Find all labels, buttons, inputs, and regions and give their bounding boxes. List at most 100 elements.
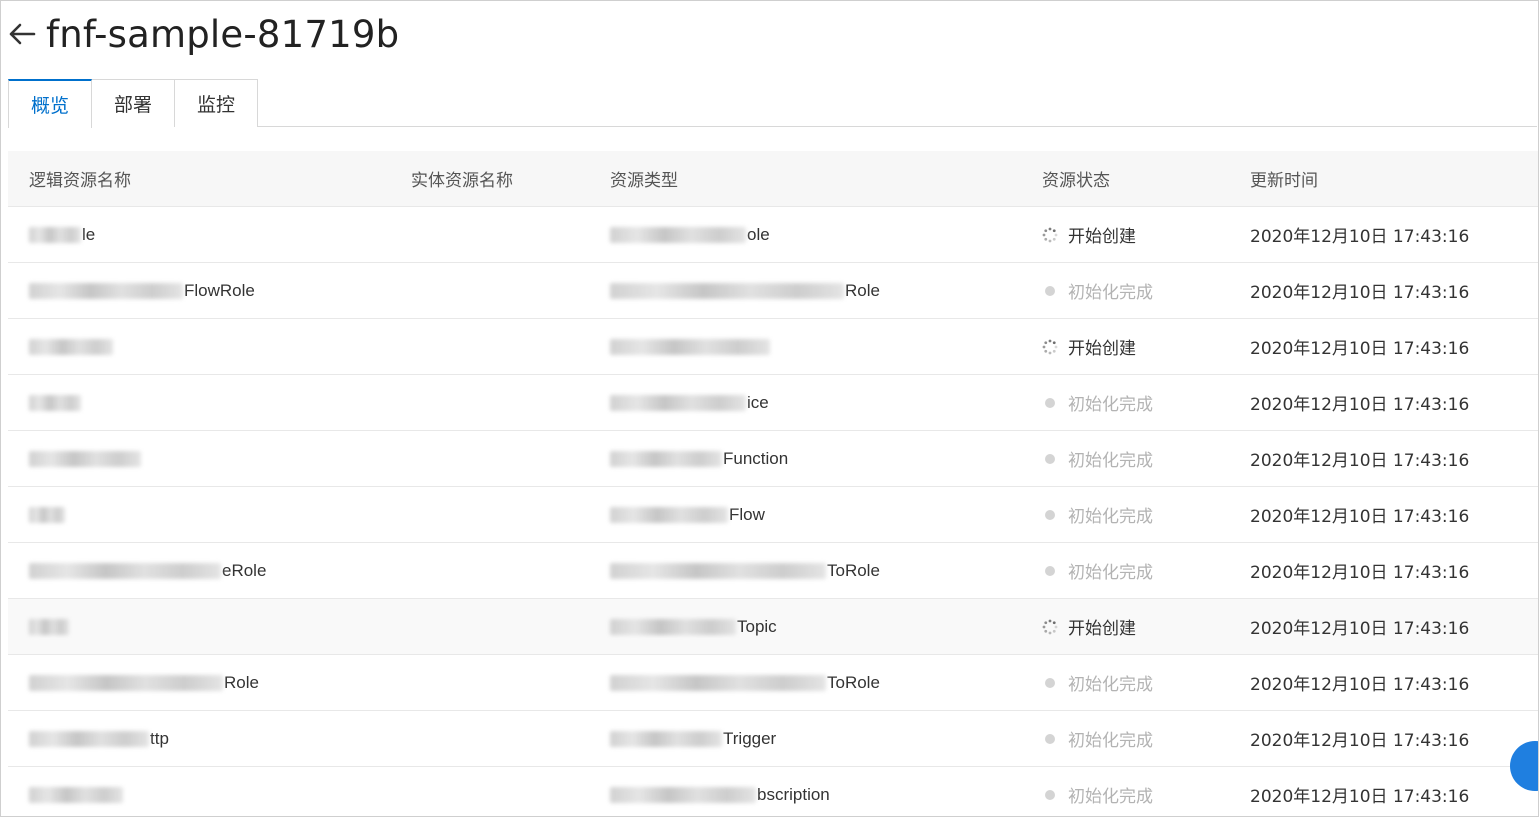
update-time: 2020年12月10日 17:43:16 <box>1250 283 1470 303</box>
resource-type-text: Flow <box>729 504 765 524</box>
update-time: 2020年12月10日 17:43:16 <box>1250 731 1470 751</box>
page-frame: fnf-sample-81719b 概览 部署 监控 逻辑资源名称 实体资源名称… <box>0 0 1539 817</box>
status-text: 初始化完成 <box>1068 451 1153 471</box>
update-time: 2020年12月10日 17:43:16 <box>1250 787 1470 807</box>
logical-name-cell[interactable]: le <box>29 225 95 245</box>
resource-type-text: bscription <box>757 784 830 804</box>
update-time: 2020年12月10日 17:43:16 <box>1250 395 1470 415</box>
resource-type-text: Role <box>845 280 880 300</box>
table-row[interactable]: Flow 初始化完成 2020年12月10日 17:43:16 <box>8 487 1538 543</box>
table-row[interactable]: ice 初始化完成 2020年12月10日 17:43:16 <box>8 375 1538 431</box>
table-row[interactable]: 开始创建 2020年12月10日 17:43:16 <box>8 319 1538 375</box>
resource-type-text: ToRole <box>827 672 880 692</box>
table-row[interactable]: Function 初始化完成 2020年12月10日 17:43:16 <box>8 431 1538 487</box>
logical-name-cell[interactable]: Role <box>29 673 259 693</box>
arrow-left-icon[interactable] <box>7 19 37 49</box>
status-badge: 初始化完成 <box>1042 278 1153 303</box>
table-header: 逻辑资源名称 实体资源名称 资源类型 资源状态 更新时间 <box>8 151 1538 207</box>
status-badge: 初始化完成 <box>1042 670 1153 695</box>
tab-bar: 概览 部署 监控 <box>8 79 1537 128</box>
logical-name-cell[interactable] <box>29 618 70 635</box>
update-time: 2020年12月10日 17:43:16 <box>1250 563 1470 583</box>
table-row[interactable]: FlowRole Role 初始化完成 2020年12月10日 17:43:16 <box>8 263 1538 319</box>
status-dot-icon <box>1042 731 1058 747</box>
status-badge: 开始创建 <box>1042 614 1136 639</box>
update-time: 2020年12月10日 17:43:16 <box>1250 507 1470 527</box>
tab-monitor[interactable]: 监控 <box>174 79 258 127</box>
table-row[interactable]: ttp Trigger 初始化完成 2020年12月10日 17:43:16 <box>8 711 1538 767</box>
resource-type-text: ice <box>747 392 769 412</box>
table-row[interactable]: Topic 开始创建 2020年12月10日 17:43:16 <box>8 599 1538 655</box>
page-title: fnf-sample-81719b <box>46 12 400 56</box>
logical-name-cell[interactable] <box>29 786 124 803</box>
resource-type-cell: Topic <box>610 617 777 637</box>
column-header-logical-name[interactable]: 逻辑资源名称 <box>29 166 131 191</box>
status-badge: 初始化完成 <box>1042 558 1153 583</box>
logical-name-text: le <box>82 224 96 244</box>
logical-name-text: Role <box>224 672 259 692</box>
update-time: 2020年12月10日 17:43:16 <box>1250 675 1470 695</box>
status-badge: 初始化完成 <box>1042 502 1153 527</box>
resource-type-text: Trigger <box>723 728 777 748</box>
resource-type-cell: ice <box>610 393 769 413</box>
column-header-resource-status[interactable]: 资源状态 <box>1042 166 1110 191</box>
logical-name-cell[interactable] <box>29 450 142 467</box>
resource-type-cell <box>610 338 771 355</box>
logical-name-cell[interactable] <box>29 394 82 411</box>
tab-overview[interactable]: 概览 <box>8 79 92 128</box>
status-text: 初始化完成 <box>1068 507 1153 527</box>
status-badge: 开始创建 <box>1042 334 1136 359</box>
redacted-text <box>610 786 756 803</box>
logical-name-cell[interactable] <box>29 338 114 355</box>
redacted-text <box>29 450 141 467</box>
status-text: 初始化完成 <box>1068 731 1153 751</box>
redacted-text <box>610 506 728 523</box>
redacted-text <box>610 226 746 243</box>
status-badge: 初始化完成 <box>1042 782 1153 807</box>
page-header: fnf-sample-81719b <box>7 9 399 59</box>
redacted-text <box>29 394 81 411</box>
column-header-update-time[interactable]: 更新时间 <box>1250 166 1318 191</box>
redacted-text <box>29 786 123 803</box>
logical-name-cell[interactable]: FlowRole <box>29 281 255 301</box>
table-row[interactable]: eRole ToRole 初始化完成 2020年12月10日 17:43:16 <box>8 543 1538 599</box>
status-badge: 开始创建 <box>1042 222 1136 247</box>
update-time: 2020年12月10日 17:43:16 <box>1250 451 1470 471</box>
resource-type-text: ole <box>747 224 770 244</box>
status-dot-icon <box>1042 563 1058 579</box>
resource-type-cell: bscription <box>610 785 830 805</box>
spinner-icon <box>1042 619 1058 635</box>
status-badge: 初始化完成 <box>1042 726 1153 751</box>
status-badge: 初始化完成 <box>1042 390 1153 415</box>
status-text: 初始化完成 <box>1068 787 1153 807</box>
column-header-resource-type[interactable]: 资源类型 <box>610 166 678 191</box>
redacted-text <box>610 730 722 747</box>
spinner-icon <box>1042 227 1058 243</box>
redacted-text <box>29 226 81 243</box>
logical-name-cell[interactable]: eRole <box>29 561 266 581</box>
update-time: 2020年12月10日 17:43:16 <box>1250 227 1470 247</box>
table-row[interactable]: bscription 初始化完成 2020年12月10日 17:43:16 <box>8 767 1538 816</box>
table-row[interactable]: le ole 开始创建 2020年12月10日 17:43:16 <box>8 207 1538 263</box>
redacted-text <box>610 338 770 355</box>
status-dot-icon <box>1042 283 1058 299</box>
table-row[interactable]: Role ToRole 初始化完成 2020年12月10日 17:43:16 <box>8 655 1538 711</box>
resource-type-text: Topic <box>737 616 777 636</box>
logical-name-cell[interactable] <box>29 506 66 523</box>
tab-deploy[interactable]: 部署 <box>91 79 175 127</box>
status-dot-icon <box>1042 395 1058 411</box>
logical-name-cell[interactable]: ttp <box>29 729 169 749</box>
resource-type-cell: ole <box>610 225 770 245</box>
column-header-physical-name[interactable]: 实体资源名称 <box>411 166 513 191</box>
resource-type-cell: ToRole <box>610 561 880 581</box>
status-text: 初始化完成 <box>1068 283 1153 303</box>
update-time: 2020年12月10日 17:43:16 <box>1250 619 1470 639</box>
resource-table: 逻辑资源名称 实体资源名称 资源类型 资源状态 更新时间 le ole 开始创建 20… <box>8 151 1538 816</box>
status-text: 开始创建 <box>1068 339 1136 359</box>
status-text: 开始创建 <box>1068 619 1136 639</box>
redacted-text <box>610 618 736 635</box>
status-dot-icon <box>1042 451 1058 467</box>
redacted-text <box>610 450 722 467</box>
logical-name-text: ttp <box>150 728 169 748</box>
resource-type-cell: Function <box>610 449 788 469</box>
